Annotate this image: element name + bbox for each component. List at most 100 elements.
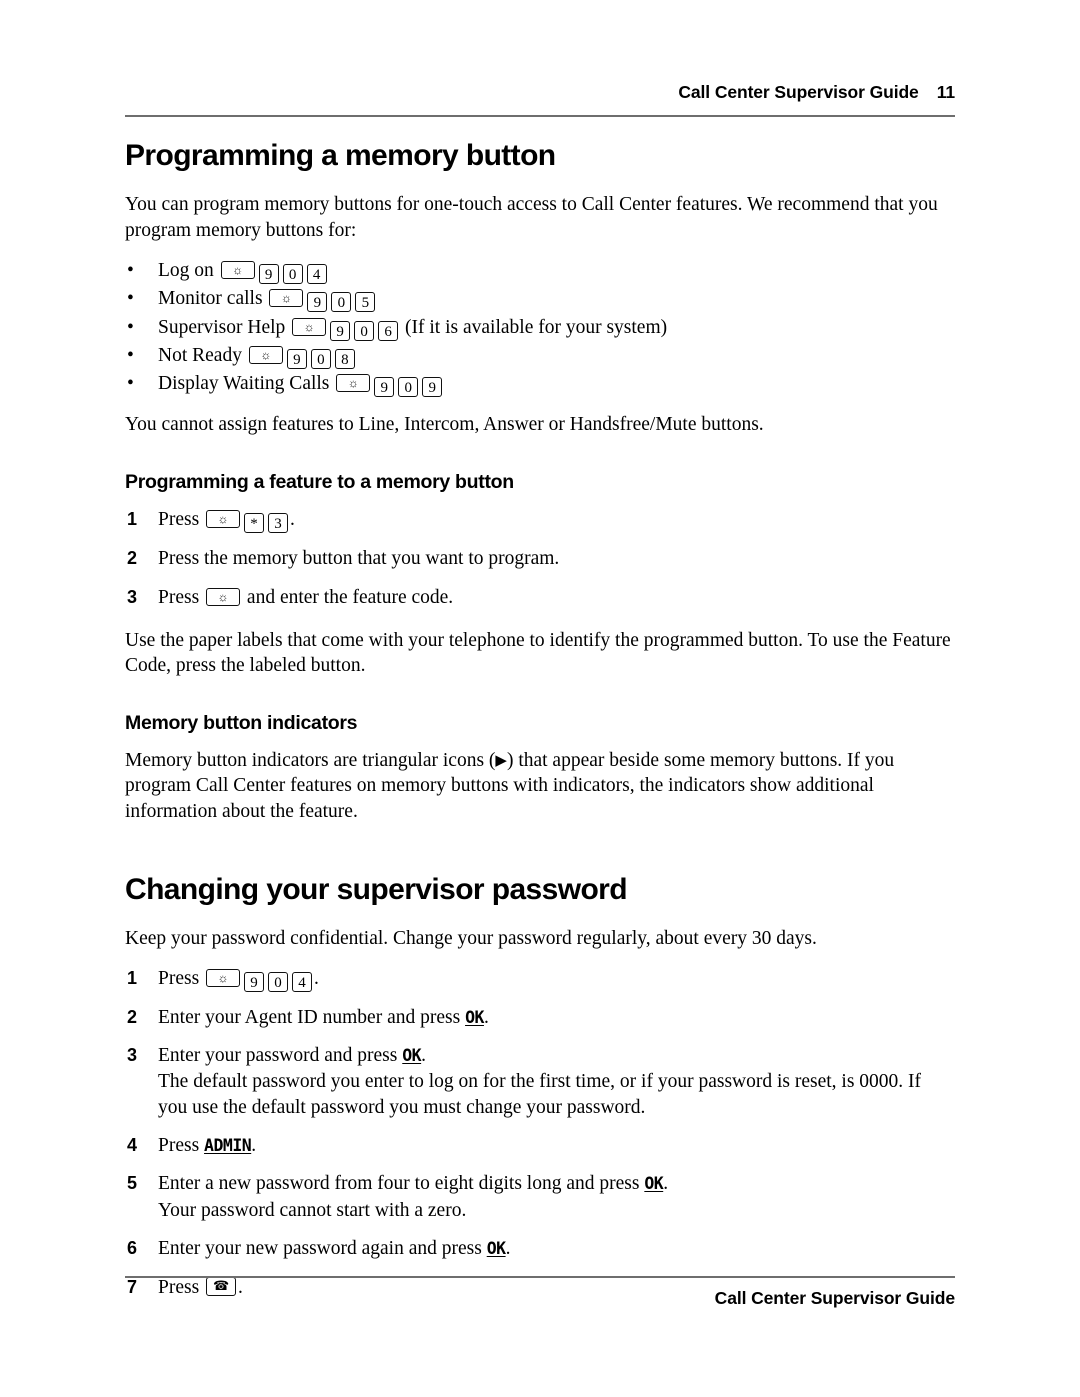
key-0: 0 (331, 292, 352, 313)
key-9: 9 (307, 292, 328, 313)
key-0: 0 (282, 264, 303, 285)
indicator-text-before: Memory button indicators are triangular … (125, 750, 496, 771)
list-item-label: Not Ready (158, 344, 242, 366)
key-9b: 9 (422, 377, 443, 398)
step-number: 6 (127, 1238, 138, 1259)
note-paper-labels: Use the paper labels that come with your… (125, 629, 951, 677)
feature-key-icon: ☼ (248, 345, 283, 364)
key-6: 6 (378, 320, 399, 341)
bullet-icon: • (127, 344, 134, 366)
step-text: Enter your Agent ID number and press (158, 1006, 461, 1028)
key-9: 9 (258, 264, 279, 285)
step-text-tail: . (251, 1135, 257, 1157)
key-4: 4 (306, 264, 327, 285)
list-item-note: (If it is available for your system) (405, 316, 668, 338)
note-cannot-assign: You cannot assign features to Line, Inte… (125, 414, 764, 436)
key-0: 0 (310, 348, 331, 369)
step-number: 1 (127, 509, 138, 530)
softkey-ok: OK (402, 1046, 422, 1066)
footer-rule (125, 1276, 955, 1278)
key-9: 9 (330, 320, 351, 341)
key-3: 3 (268, 513, 289, 534)
step-number: 1 (127, 967, 138, 988)
key-0: 0 (268, 971, 289, 992)
step-item: 1 Press ☼ * 3. (125, 507, 955, 534)
subsection-heading-programming-a-feature: Programming a feature to a memory button (125, 470, 514, 493)
list-item-label: Supervisor Help (158, 316, 286, 338)
feature-key-icon: ☼ (206, 510, 241, 529)
key-9: 9 (374, 377, 395, 398)
list-item-label: Log on (158, 260, 214, 282)
bullet-icon: • (127, 260, 134, 282)
step-text: Press the memory button that you want to… (158, 548, 560, 570)
feature-key-icon: ☼ (336, 374, 371, 393)
list-item: • Log on ☼ 9 0 4 (125, 257, 955, 285)
list-item: • Not Ready ☼ 9 0 8 (125, 342, 955, 370)
step-number: 3 (127, 586, 138, 607)
list-item-label: Display Waiting Calls (158, 373, 330, 395)
list-item-label: Monitor calls (158, 288, 263, 310)
step-item: 2 Enter your Agent ID number and press O… (125, 1005, 955, 1030)
key-9: 9 (286, 348, 307, 369)
step-number: 2 (127, 1006, 138, 1027)
list-item: • Supervisor Help ☼ 9 0 6 (If it is availab… (125, 314, 955, 342)
triangle-indicator-icon: ▶ (495, 753, 507, 769)
step-item: 3 Press ☼ and enter the feature code. (125, 585, 955, 610)
step-text: Press (158, 967, 200, 989)
step-subtext: Your password cannot start with a zero. (158, 1199, 467, 1221)
step-number: 3 (127, 1045, 138, 1066)
intro-paragraph-password: Keep your password confidential. Change … (125, 928, 817, 950)
step-text-tail: . (505, 1238, 511, 1260)
steps-programming-a-feature: 1 Press ☼ * 3. 2 Press the memory button t… (125, 507, 955, 610)
header-rule (125, 115, 955, 117)
step-item: 3 Enter your password and press OK. The … (125, 1043, 955, 1120)
section-heading-changing-your-supervisor-password: Changing your supervisor password (125, 873, 628, 907)
feature-key-icon: ☼ (206, 968, 241, 987)
key-9: 9 (244, 971, 265, 992)
bullet-icon: • (127, 373, 134, 395)
step-text: Press (158, 586, 200, 608)
memory-button-indicators-paragraph: Memory button indicators are triangular … (125, 748, 955, 824)
step-item: 4 Press ADMIN. (125, 1133, 955, 1158)
step-text-tail: . (483, 1006, 489, 1028)
feature-key-icon: ☼ (269, 289, 304, 308)
step-text: Press (158, 509, 200, 531)
step-text: Enter your password and press (158, 1045, 398, 1067)
step-text-tail: . (663, 1173, 669, 1195)
feature-key-icon: ☼ (206, 587, 241, 606)
key-8: 8 (334, 348, 355, 369)
list-item: • Monitor calls ☼ 9 0 5 (125, 285, 955, 313)
running-header: Call Center Supervisor Guide 11 (125, 82, 955, 103)
bullet-icon: • (127, 316, 134, 338)
key-0: 0 (398, 377, 419, 398)
step-text: Enter your new password again and press (158, 1238, 482, 1260)
step-text-tail: . (314, 967, 319, 989)
running-footer: Call Center Supervisor Guide (714, 1288, 955, 1308)
softkey-admin: ADMIN (204, 1136, 252, 1156)
feature-key-icon: ☼ (292, 317, 327, 336)
step-text: Enter a new password from four to eight … (158, 1173, 640, 1195)
step-text: Press (158, 1135, 200, 1157)
softkey-ok: OK (644, 1174, 664, 1194)
step-item: 5 Enter a new password from four to eigh… (125, 1171, 955, 1223)
section-heading-programming-a-memory-button: Programming a memory button (125, 139, 556, 172)
page-content: Programming a memory button You can prog… (125, 139, 955, 1313)
key-5: 5 (355, 292, 376, 313)
step-number: 2 (127, 548, 138, 569)
subsection-heading-memory-button-indicators: Memory button indicators (125, 711, 358, 734)
intro-paragraph-programming: You can program memory buttons for one-t… (125, 194, 938, 241)
bullet-icon: • (127, 288, 134, 310)
key-0: 0 (354, 320, 375, 341)
step-subtext: The default password you enter to log on… (158, 1071, 922, 1118)
key-asterisk: * (244, 513, 265, 534)
header-guide-title: Call Center Supervisor Guide (678, 82, 919, 102)
step-number: 4 (127, 1135, 138, 1156)
step-number: 5 (127, 1173, 138, 1194)
feature-key-icon: ☼ (220, 261, 255, 280)
document-page: Call Center Supervisor Guide 11 Programmi… (0, 0, 1080, 1397)
softkey-ok: OK (465, 1007, 484, 1027)
header-page-number: 11 (936, 82, 955, 102)
step-item: 2 Press the memory button that you want … (125, 546, 955, 571)
memory-button-feature-list: • Log on ☼ 9 0 4 • Monitor calls ☼ 9 0 5 • Sup… (125, 257, 955, 398)
steps-changing-password: 1 Press ☼ 9 0 4. 2 Enter your Agent ID numb… (125, 966, 955, 1300)
